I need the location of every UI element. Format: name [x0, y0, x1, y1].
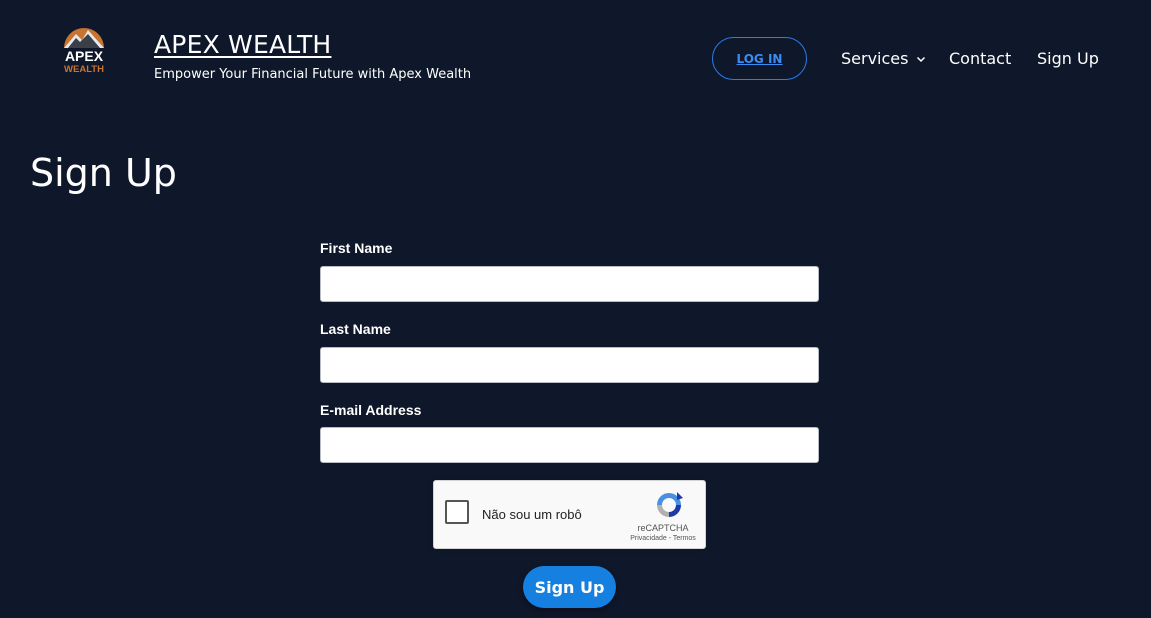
- page: APEX WEALTH APEX WEALTH Empower Your Fin…: [0, 0, 1151, 618]
- nav-contact[interactable]: Contact: [949, 49, 1011, 68]
- mountain-logo-icon: APEX WEALTH: [64, 28, 104, 75]
- chevron-down-icon: [917, 56, 926, 62]
- recaptcha-brand: reCAPTCHA: [637, 523, 689, 533]
- recaptcha-checkbox[interactable]: [445, 500, 469, 524]
- signup-submit-button[interactable]: Sign Up: [523, 566, 616, 608]
- page-title: Sign Up: [30, 151, 177, 195]
- first-name-label: First Name: [320, 240, 393, 256]
- recaptcha-links[interactable]: Privacidade - Termos: [620, 535, 706, 542]
- first-name-input[interactable]: [320, 266, 819, 302]
- email-label: E-mail Address: [320, 402, 422, 418]
- brand-tagline: Empower Your Financial Future with Apex …: [154, 67, 472, 82]
- svg-text:WEALTH: WEALTH: [64, 64, 104, 75]
- last-name-input[interactable]: [320, 347, 819, 383]
- brand-title[interactable]: APEX WEALTH: [154, 30, 331, 59]
- recaptcha-label: Não sou um robô: [482, 507, 582, 522]
- nav-services-label: Services: [841, 49, 909, 68]
- recaptcha-widget: Não sou um robô reCAPTCHA Privacidade - …: [433, 480, 706, 549]
- nav-signup[interactable]: Sign Up: [1037, 49, 1099, 68]
- nav-services[interactable]: Services: [841, 49, 926, 68]
- last-name-label: Last Name: [320, 321, 391, 337]
- email-input[interactable]: [320, 427, 819, 463]
- apex-wealth-logo[interactable]: APEX WEALTH: [58, 20, 110, 80]
- recaptcha-logo-icon: [657, 492, 683, 517]
- svg-text:APEX: APEX: [65, 48, 104, 64]
- login-button[interactable]: LOG IN: [712, 37, 807, 80]
